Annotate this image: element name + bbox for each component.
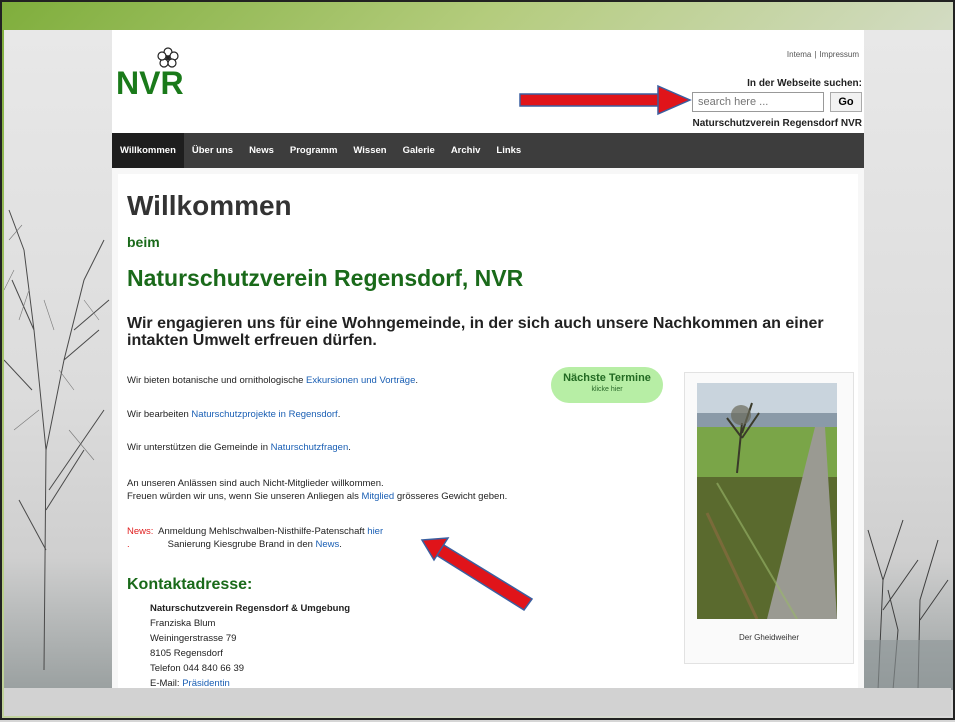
arrow-to-search-icon xyxy=(519,84,692,116)
annotation-arrows xyxy=(420,84,692,612)
arrow-to-news-link-icon xyxy=(420,537,534,612)
slide-frame: NVR Intema | Impressum In der Webseite suc… xyxy=(0,0,955,720)
